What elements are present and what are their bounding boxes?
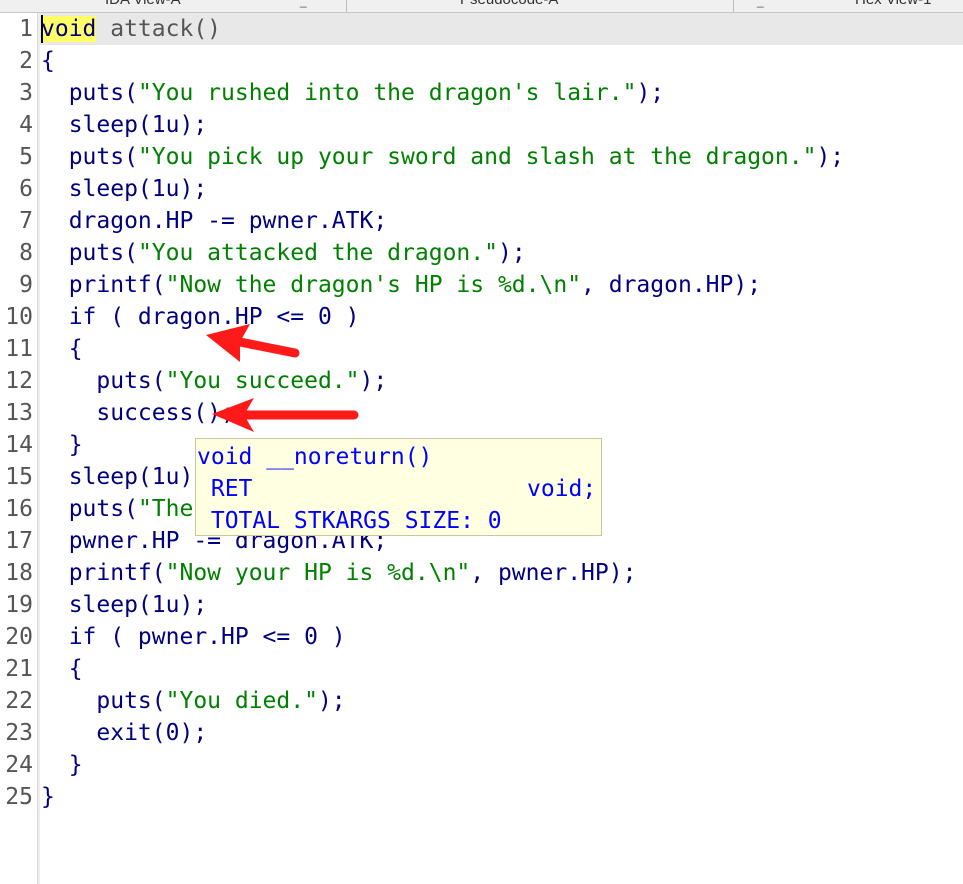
pseudocode-window: IDA View-A _ Pseudocode-A _ Hex View-1 1…	[0, 0, 963, 884]
red-arrow-icon	[212, 398, 359, 432]
annotation-arrows	[206, 324, 359, 432]
red-arrow-icon	[206, 324, 300, 362]
